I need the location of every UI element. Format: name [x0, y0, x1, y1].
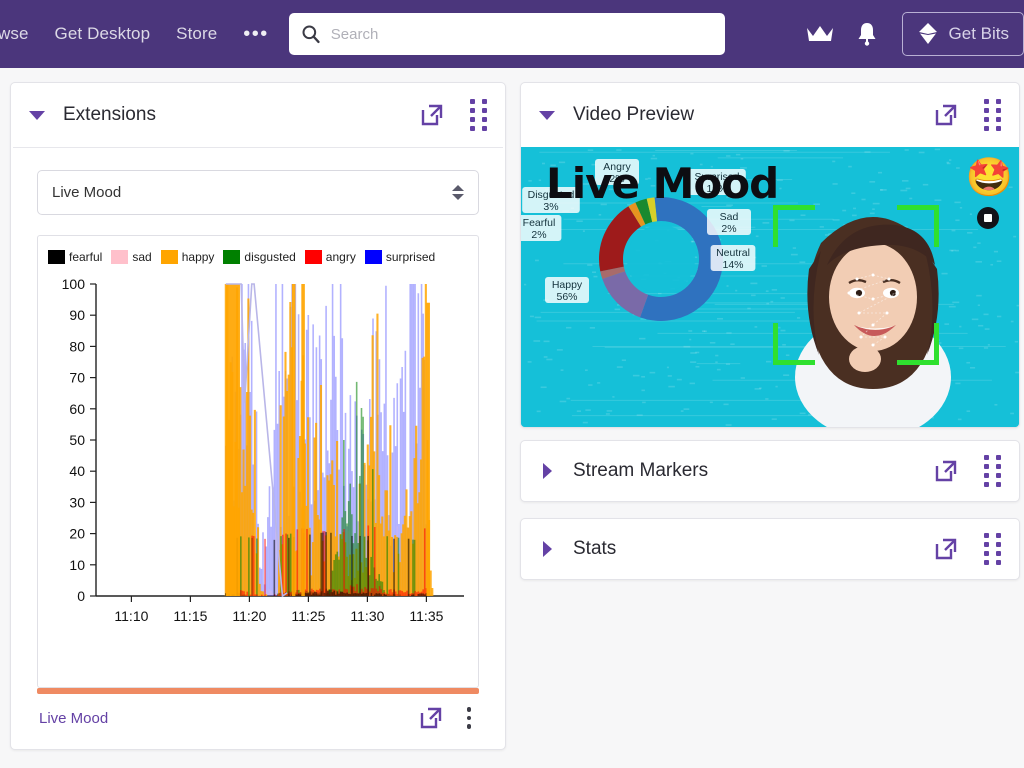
bits-diamond-icon [918, 23, 937, 44]
stream-markers-panel: Stream Markers [520, 440, 1020, 502]
stats-title: Stats [573, 538, 617, 559]
bell-icon[interactable] [856, 21, 878, 47]
svg-text:60: 60 [69, 401, 85, 417]
extensions-panel-title: Extensions [63, 104, 156, 125]
stats-header[interactable]: Stats [521, 519, 1019, 579]
chevron-down-icon [539, 110, 555, 120]
video-stage[interactable]: Happy 56% Neutral 14% Sad 2% Surprised 19% Angry… [521, 147, 1019, 427]
chevron-right-icon [542, 541, 552, 557]
video-preview-header[interactable]: Video Preview [521, 83, 1019, 147]
svg-text:Sad: Sad [720, 211, 739, 223]
collapse-toggle-video[interactable] [539, 110, 555, 120]
mood-emoji-icon: 🤩 [965, 157, 1013, 199]
collapse-toggle-extensions[interactable] [29, 110, 45, 120]
extensions-panel-header[interactable]: Extensions [11, 83, 505, 147]
drag-handle-icon[interactable] [984, 455, 1001, 487]
chevron-down-icon [29, 110, 45, 120]
svg-text:Fearful: Fearful [523, 217, 556, 229]
svg-text:Neutral: Neutral [716, 247, 750, 259]
stream-markers-header[interactable]: Stream Markers [521, 441, 1019, 501]
nav-more-menu-icon[interactable]: ••• [243, 24, 269, 44]
stats-panel: Stats [520, 518, 1020, 580]
svg-text:11:10: 11:10 [114, 608, 148, 624]
stream-markers-title: Stream Markers [573, 460, 709, 481]
svg-text:80: 80 [69, 338, 85, 354]
search-input[interactable] [330, 25, 713, 43]
svg-text:2%: 2% [721, 223, 736, 235]
select-stepper-icon [452, 185, 464, 200]
svg-text:Happy: Happy [552, 279, 583, 291]
search-bar[interactable] [288, 13, 725, 55]
chevron-right-icon [542, 463, 552, 479]
svg-text:2%: 2% [531, 229, 546, 241]
drag-handle-icon[interactable] [984, 99, 1001, 131]
svg-text:10: 10 [69, 557, 85, 573]
svg-text:11:15: 11:15 [173, 608, 207, 624]
drag-handle-icon[interactable] [470, 99, 487, 131]
popout-icon[interactable] [420, 103, 444, 127]
drag-handle-icon[interactable] [984, 533, 1001, 565]
stop-record-icon[interactable] [977, 207, 999, 229]
crown-icon[interactable] [806, 24, 834, 44]
svg-text:14%: 14% [722, 259, 743, 271]
svg-text:30: 30 [69, 494, 85, 510]
search-icon [302, 25, 320, 44]
video-preview-title: Video Preview [573, 104, 695, 125]
extension-select[interactable]: Live Mood [37, 170, 479, 215]
svg-text:90: 90 [69, 307, 85, 323]
nav-link-store[interactable]: Store [176, 24, 217, 44]
top-navigation-bar: wse Get Desktop Store ••• Get Bits [0, 0, 1024, 68]
extensions-panel-body: Live Mood fearful sad happy disgusted angry s… [11, 148, 505, 742]
nav-link-browse[interactable]: wse [0, 24, 29, 44]
popout-icon[interactable] [419, 706, 443, 730]
expand-toggle-stats[interactable] [539, 541, 555, 557]
get-bits-label: Get Bits [948, 24, 1009, 43]
popout-icon[interactable] [934, 537, 958, 561]
svg-text:11:35: 11:35 [409, 608, 443, 624]
extension-select-value: Live Mood [52, 184, 122, 201]
svg-text:11:25: 11:25 [291, 608, 325, 624]
svg-text:40: 40 [69, 463, 85, 479]
svg-text:100: 100 [62, 276, 86, 292]
get-bits-button[interactable]: Get Bits [901, 12, 1024, 56]
expand-toggle-markers[interactable] [539, 463, 555, 479]
svg-text:11:20: 11:20 [232, 608, 266, 624]
popout-icon[interactable] [934, 459, 958, 483]
svg-text:0: 0 [77, 588, 85, 604]
svg-text:70: 70 [69, 370, 85, 386]
chart-canvas: 0 10 20 30 40 50 60 70 80 90 100 11:10 11:15 11:20 11:… [62, 276, 464, 624]
svg-text:50: 50 [69, 432, 85, 448]
svg-text:56%: 56% [556, 291, 577, 303]
popout-icon[interactable] [934, 103, 958, 127]
kebab-menu-icon[interactable] [461, 705, 478, 731]
video-overlay-title: Live Mood [546, 159, 779, 208]
extensions-panel: Extensions Live Mood fearful sad happy disg… [10, 82, 506, 750]
svg-text:20: 20 [69, 526, 85, 542]
mood-timeseries-chart: fearful sad happy disgusted angry surprised 0… [37, 235, 479, 688]
video-preview-panel: Video Preview Happy 56% Neutral 14% Sad 2% Sur… [520, 82, 1020, 428]
extension-footer-link[interactable]: Live Mood [39, 710, 419, 727]
extension-footer: Live Mood [37, 694, 479, 742]
nav-link-get-desktop[interactable]: Get Desktop [55, 24, 151, 44]
svg-text:11:30: 11:30 [350, 608, 384, 624]
